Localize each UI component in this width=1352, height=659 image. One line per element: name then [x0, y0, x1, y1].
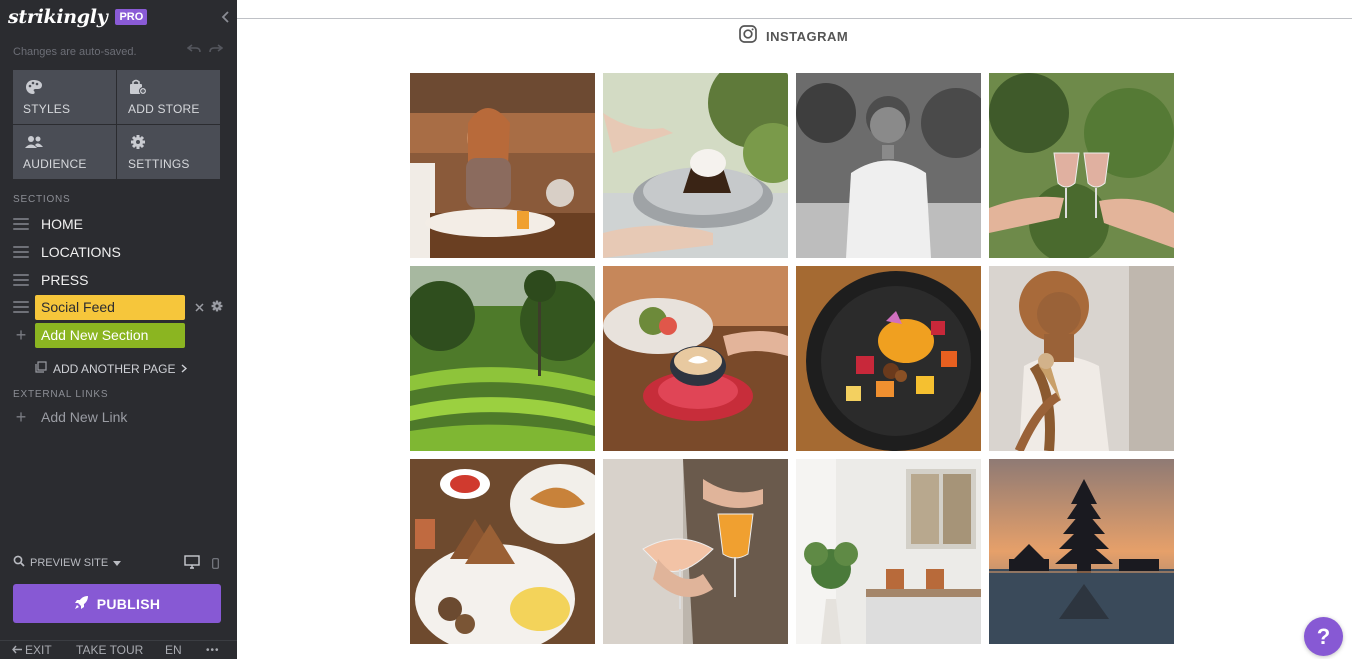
pro-badge: PRO — [115, 9, 148, 25]
drag-handle-icon[interactable] — [13, 301, 29, 313]
audience-label: AUDIENCE — [23, 157, 87, 171]
audience-button[interactable]: AUDIENCE — [13, 125, 116, 179]
editor-sidebar: strikingly PRO Changes are auto-saved. S… — [0, 0, 237, 659]
instagram-photo[interactable] — [989, 73, 1174, 258]
section-label-active[interactable]: Social Feed — [35, 294, 185, 320]
section-label: PRESS — [41, 272, 89, 288]
plus-icon: + — [15, 325, 27, 345]
undo-icon[interactable] — [186, 42, 201, 58]
exit-label: EXIT — [25, 643, 52, 657]
drag-handle-icon[interactable] — [13, 274, 29, 286]
instagram-photo[interactable] — [410, 73, 595, 258]
instagram-photo[interactable] — [603, 266, 788, 451]
instagram-photo[interactable] — [989, 459, 1174, 644]
drag-handle-icon[interactable] — [13, 218, 29, 230]
instagram-photo[interactable] — [796, 266, 981, 451]
pages-icon — [35, 361, 47, 376]
instagram-photo[interactable] — [410, 459, 595, 644]
instagram-photo[interactable] — [410, 266, 595, 451]
add-link-label: Add New Link — [41, 409, 128, 425]
styles-button[interactable]: STYLES — [13, 70, 116, 124]
publish-label: PUBLISH — [96, 595, 161, 612]
mobile-icon[interactable] — [212, 556, 219, 574]
add-store-button[interactable]: ADD STORE — [117, 70, 220, 124]
search-icon — [13, 555, 25, 570]
instagram-photo[interactable] — [603, 459, 788, 644]
chevron-right-icon — [181, 362, 188, 376]
delete-section-icon[interactable] — [195, 300, 204, 315]
section-item-locations[interactable]: LOCATIONS — [13, 240, 223, 264]
section-item-social-feed[interactable]: Social Feed — [13, 294, 237, 320]
section-settings-gear-icon[interactable] — [210, 299, 224, 316]
store-icon — [129, 79, 147, 95]
settings-label: SETTINGS — [128, 157, 190, 171]
instagram-header: INSTAGRAM — [739, 25, 848, 48]
take-tour-button[interactable]: TAKE TOUR — [76, 643, 143, 657]
instagram-title: INSTAGRAM — [766, 29, 849, 44]
section-label: LOCATIONS — [41, 244, 121, 260]
arrow-left-icon — [12, 643, 22, 657]
sections-heading: SECTIONS — [13, 194, 71, 205]
more-options-button[interactable]: ••• — [206, 645, 220, 656]
instagram-icon — [739, 25, 757, 48]
section-actions — [195, 299, 224, 316]
audience-icon — [25, 134, 43, 150]
help-button[interactable]: ? — [1304, 617, 1343, 656]
language-button[interactable]: EN — [165, 643, 182, 657]
instagram-photo[interactable] — [796, 459, 981, 644]
instagram-grid — [410, 73, 1174, 644]
caret-down-icon — [113, 557, 122, 569]
palette-icon — [25, 79, 43, 95]
add-new-section-button[interactable]: Add New Section — [35, 322, 185, 348]
preview-label: PREVIEW SITE — [30, 556, 109, 569]
section-item-press[interactable]: PRESS — [13, 268, 223, 292]
add-another-page-button[interactable]: ADD ANOTHER PAGE — [35, 361, 188, 376]
preview-site-dropdown[interactable]: PREVIEW SITE — [13, 555, 122, 570]
external-links-heading: EXTERNAL LINKS — [13, 389, 109, 400]
drag-handle-icon[interactable] — [13, 246, 29, 258]
section-item-home[interactable]: HOME — [13, 212, 223, 236]
editor-app: strikingly PRO Changes are auto-saved. S… — [0, 0, 1352, 659]
section-divider — [237, 18, 1352, 19]
tool-grid: STYLES ADD STORE AUDIENCE SETTINGS — [13, 70, 220, 179]
brand-logo: strikingly — [8, 6, 108, 28]
settings-button[interactable]: SETTINGS — [117, 125, 220, 179]
plus-icon: + — [15, 407, 27, 427]
publish-button[interactable]: PUBLISH — [13, 584, 221, 623]
brand: strikingly PRO — [8, 6, 148, 28]
autosave-status: Changes are auto-saved. — [13, 46, 137, 58]
site-preview: INSTAGRAM ? — [237, 0, 1352, 659]
exit-button[interactable]: EXIT — [12, 643, 52, 657]
instagram-photo[interactable] — [989, 266, 1174, 451]
rocket-icon — [74, 595, 89, 613]
device-toggle — [184, 555, 219, 574]
section-label: HOME — [41, 216, 83, 232]
sidebar-footer: EXIT TAKE TOUR EN ••• — [0, 640, 237, 659]
instagram-photo[interactable] — [796, 73, 981, 258]
collapse-sidebar-icon[interactable] — [221, 10, 231, 26]
styles-label: STYLES — [23, 102, 71, 116]
desktop-icon[interactable] — [184, 555, 200, 574]
instagram-photo[interactable] — [603, 73, 788, 258]
add-page-label: ADD ANOTHER PAGE — [53, 361, 176, 376]
gear-icon — [129, 134, 147, 150]
redo-icon[interactable] — [209, 42, 224, 58]
undo-redo — [186, 42, 224, 58]
add-section-row[interactable]: + Add New Section — [13, 322, 223, 348]
add-new-link-button[interactable]: + Add New Link — [13, 407, 128, 427]
add-store-label: ADD STORE — [128, 102, 200, 116]
